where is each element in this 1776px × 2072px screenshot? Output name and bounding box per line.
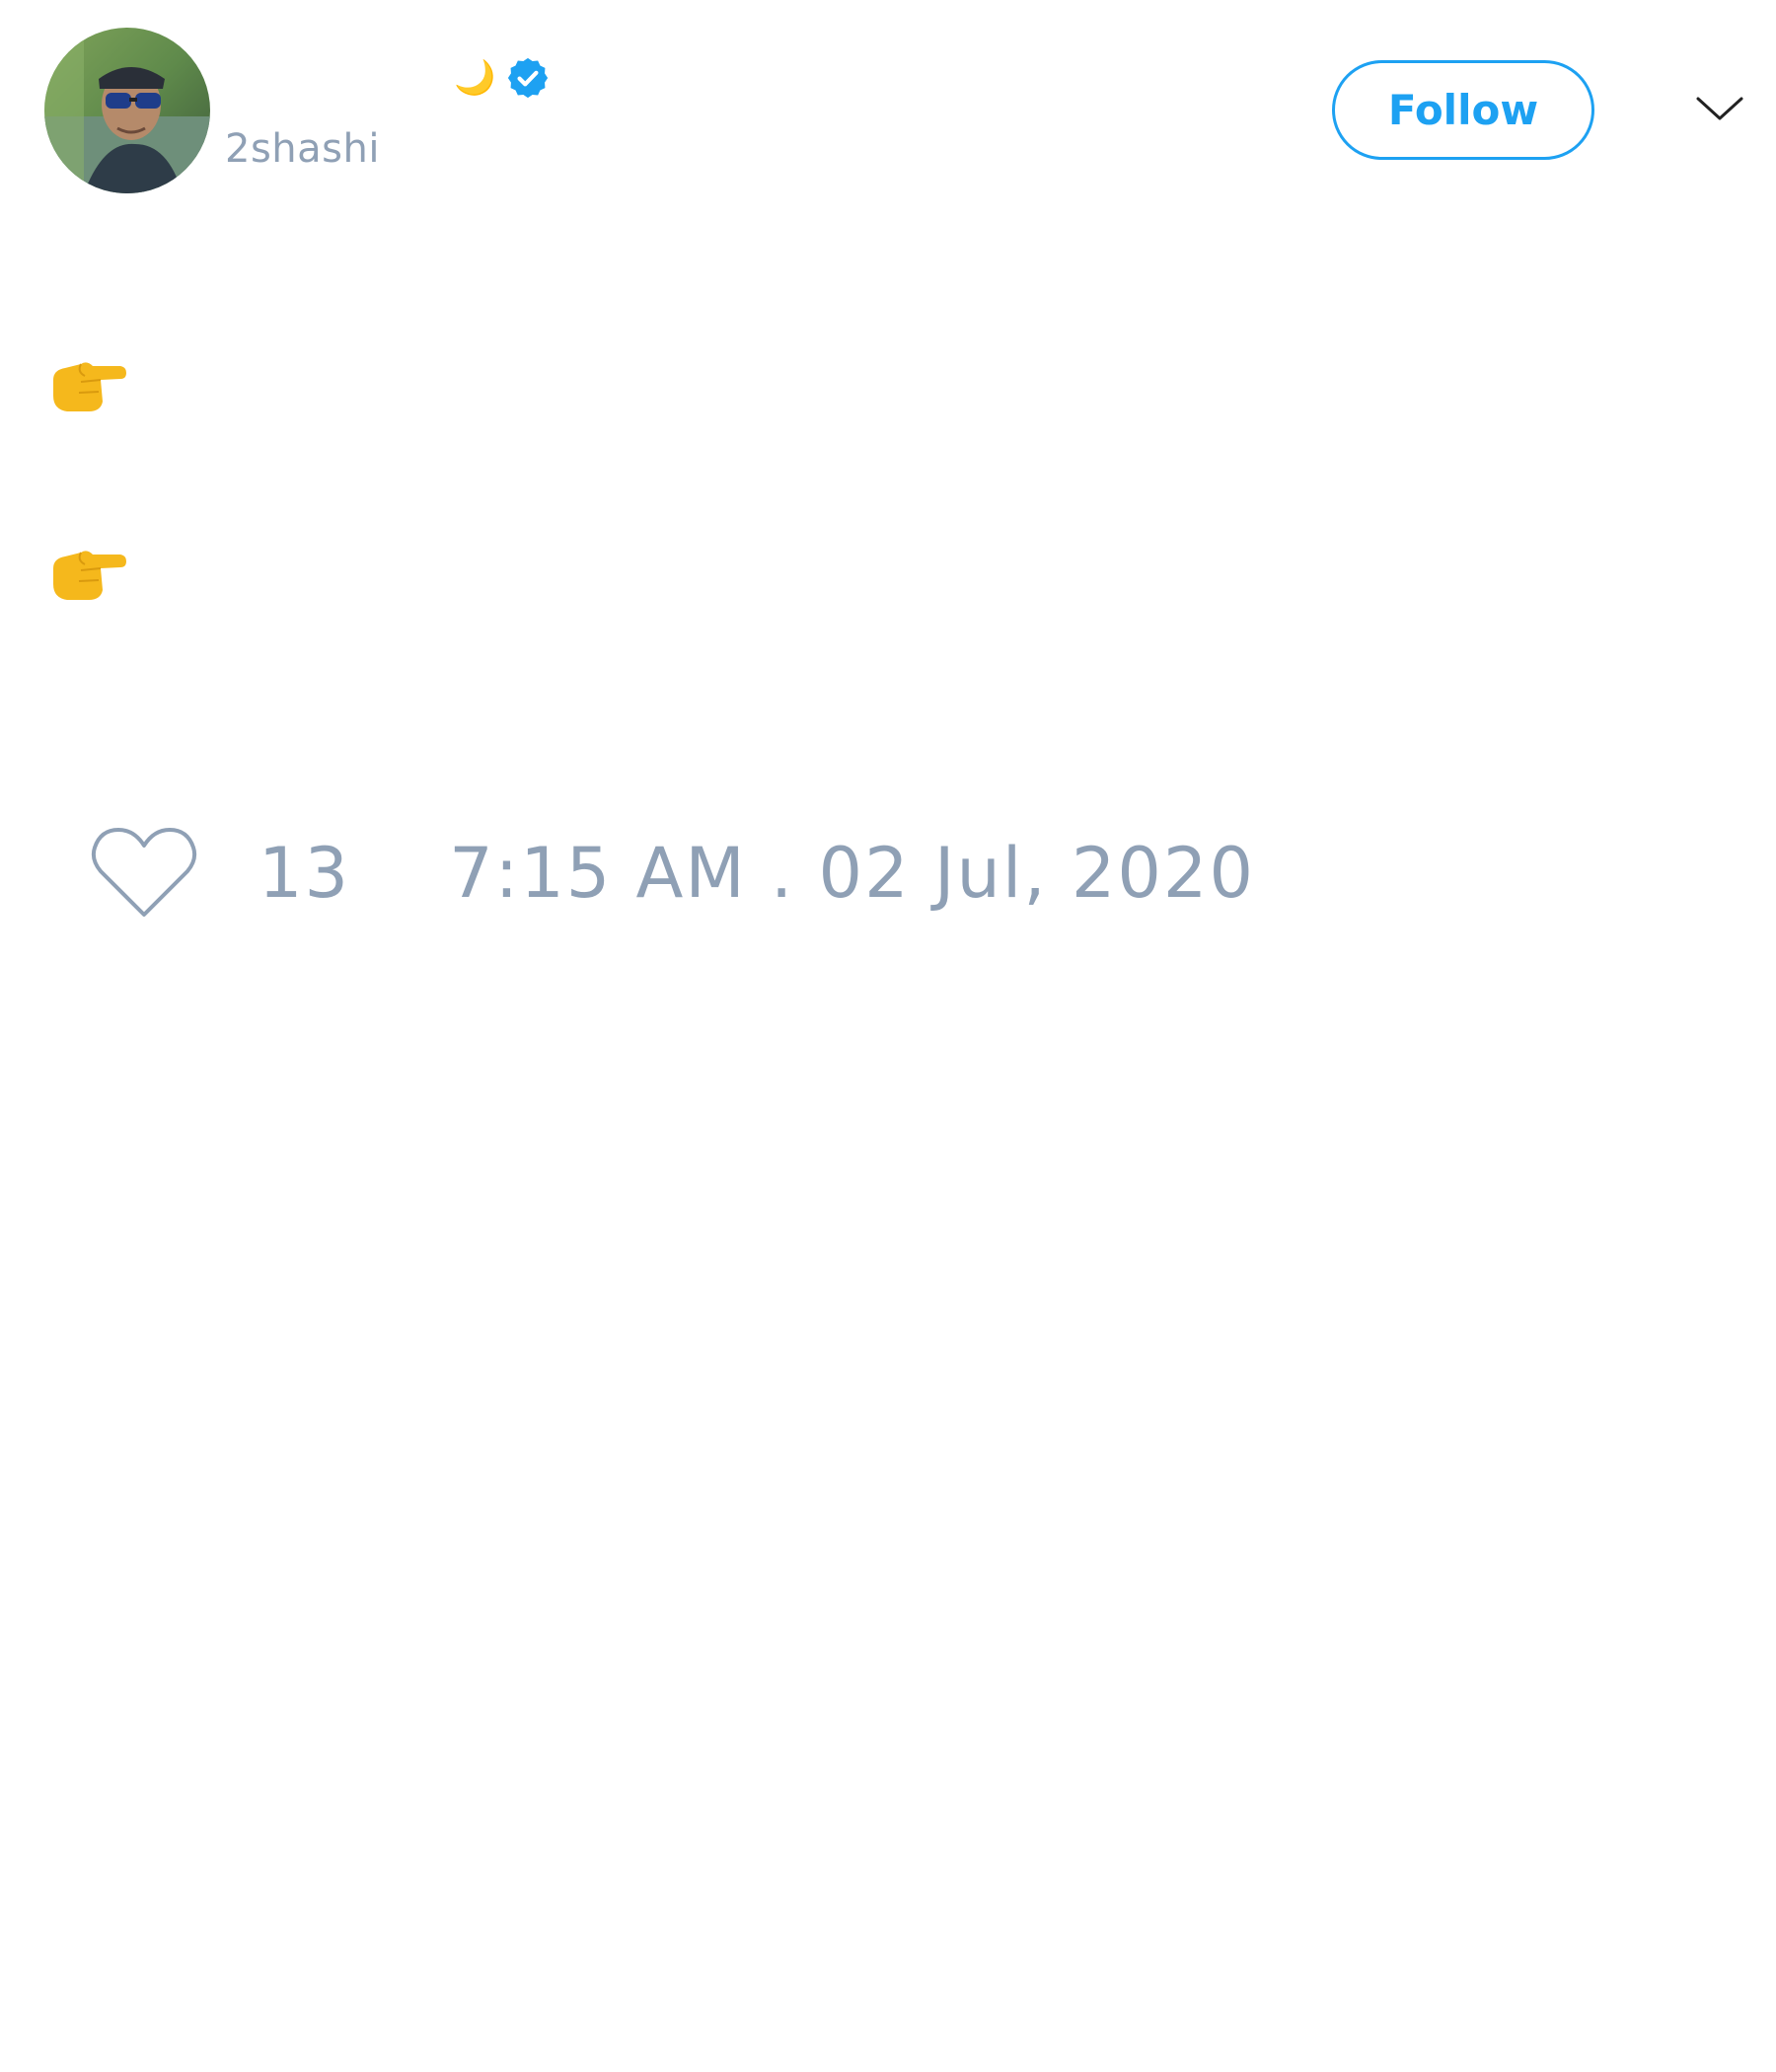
pointing-hand-icon: [47, 350, 128, 415]
chevron-down-icon: [1696, 97, 1743, 120]
pointing-hand-icon: [47, 539, 128, 604]
avatar[interactable]: [44, 28, 210, 193]
follow-button[interactable]: Follow: [1332, 60, 1594, 160]
moon-icon: 🌙: [454, 58, 496, 98]
more-options-button[interactable]: [1692, 89, 1747, 128]
verified-badge-icon: [505, 55, 551, 101]
tweet-timestamp[interactable]: 7:15 AM . 02 Jul, 2020: [449, 833, 1255, 914]
heart-icon: [91, 828, 197, 917]
user-handle[interactable]: 2shashi: [225, 126, 380, 172]
like-button[interactable]: [89, 824, 199, 923]
tweet-actions: 13 7:15 AM . 02 Jul, 2020: [89, 824, 1255, 923]
display-name[interactable]: 🌙: [454, 55, 551, 101]
avatar-photo: [44, 28, 210, 193]
like-count: 13: [259, 833, 351, 914]
